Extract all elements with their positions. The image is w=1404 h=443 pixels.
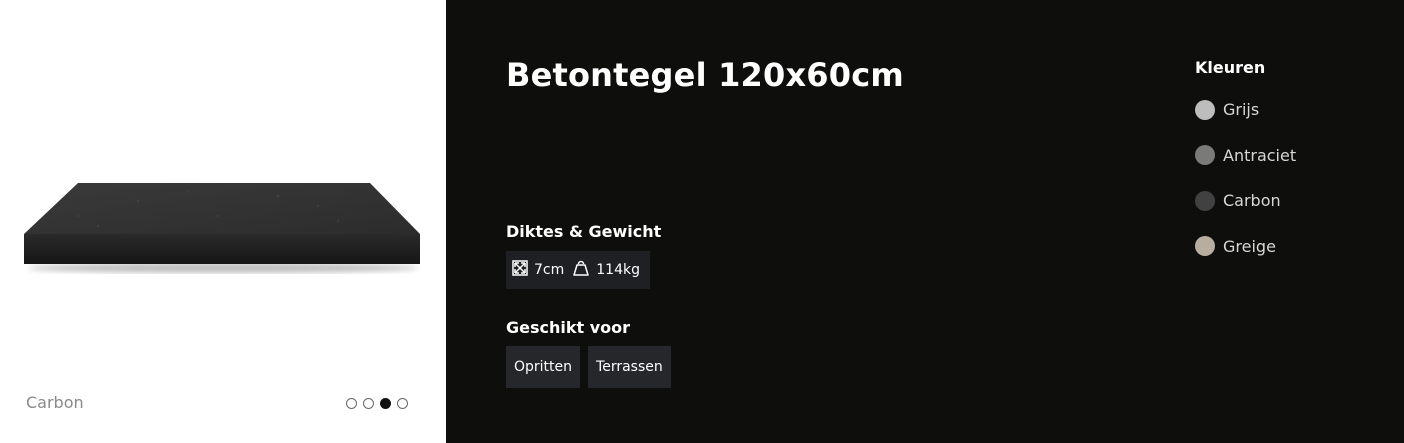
specs-box: 7cm 114kg — [506, 251, 650, 289]
color-swatch — [1195, 236, 1215, 257]
suitable-tags: Opritten Terrassen — [506, 346, 671, 388]
specs-heading: Diktes & Gewicht — [506, 222, 662, 241]
carousel-pagination — [346, 398, 408, 409]
carousel-dot-2[interactable] — [363, 398, 374, 409]
tag-terrassen[interactable]: Terrassen — [588, 346, 671, 388]
concrete-tile-image — [24, 183, 420, 273]
product-gallery: Carbon — [0, 0, 446, 443]
product-image — [18, 176, 426, 276]
weight-spec: 114kg — [572, 259, 640, 281]
color-option-carbon[interactable]: Carbon — [1195, 178, 1296, 224]
weight-icon — [572, 259, 590, 281]
product-title: Betontegel 120x60cm — [506, 56, 904, 94]
thickness-value: 7cm — [534, 262, 565, 278]
color-options: Kleuren Grijs Antraciet Carbon Greige — [1195, 58, 1296, 269]
color-name: Grijs — [1223, 100, 1260, 120]
carousel-dot-1[interactable] — [346, 398, 357, 409]
color-swatch — [1195, 190, 1215, 211]
color-name: Greige — [1223, 236, 1276, 256]
carousel-dot-4[interactable] — [397, 398, 408, 409]
thickness-spec: 7cm — [512, 260, 564, 280]
color-option-grijs[interactable]: Grijs — [1195, 87, 1296, 133]
colors-heading: Kleuren — [1195, 58, 1266, 77]
color-swatch — [1195, 99, 1215, 120]
weight-value: 114kg — [596, 262, 640, 278]
tag-opritten[interactable]: Opritten — [506, 346, 581, 388]
color-swatch — [1195, 145, 1215, 166]
color-name: Antraciet — [1223, 145, 1297, 165]
color-option-greige[interactable]: Greige — [1195, 224, 1296, 270]
dimension-arrows-icon — [512, 260, 528, 280]
color-option-antraciet[interactable]: Antraciet — [1195, 133, 1296, 179]
carousel-dot-3[interactable] — [380, 398, 391, 409]
image-caption: Carbon — [26, 393, 84, 412]
color-name: Carbon — [1223, 191, 1281, 211]
suitable-heading: Geschikt voor — [506, 318, 631, 337]
product-info-panel: Betontegel 120x60cm Diktes & Gewicht 7cm… — [446, 0, 1404, 443]
